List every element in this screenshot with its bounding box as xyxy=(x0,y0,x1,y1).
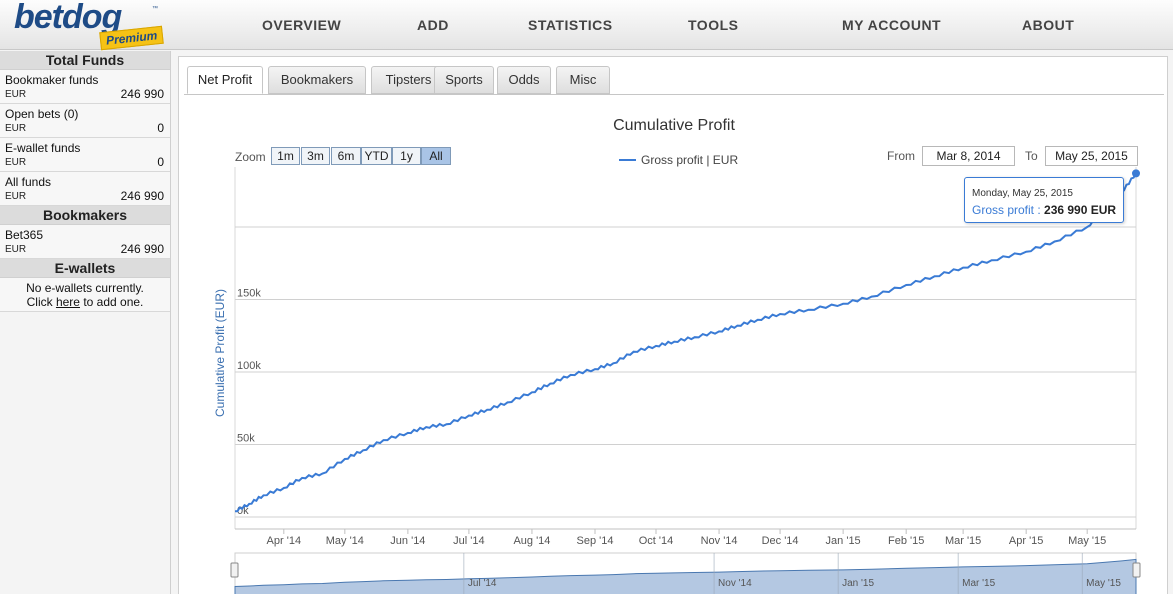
x-tick-label: May '15 xyxy=(1068,535,1106,547)
row-value: 246 990 xyxy=(120,242,164,256)
x-tick-label: Jan '15 xyxy=(826,535,861,547)
note-prefix: Click xyxy=(26,295,56,309)
nav-about[interactable]: ABOUT xyxy=(1022,17,1074,33)
bookmaker-funds-row: Bookmaker funds EUR 246 990 xyxy=(0,70,170,104)
row-value: 0 xyxy=(157,121,164,135)
x-tick-label: Oct '14 xyxy=(639,535,674,547)
nav-tools[interactable]: TOOLS xyxy=(688,17,738,33)
navigator-tick-label: Jul '14 xyxy=(468,578,497,589)
nav-my-account[interactable]: MY ACCOUNT xyxy=(842,17,941,33)
y-tick-label: 150k xyxy=(237,288,261,300)
row-currency: EUR xyxy=(5,157,27,168)
x-tick-label: Jul '14 xyxy=(453,535,484,547)
row-currency: EUR xyxy=(5,89,27,100)
navigator-tick-label: Mar '15 xyxy=(962,578,995,589)
x-tick-label: Jun '14 xyxy=(390,535,425,547)
navigator-tick-label: Jan '15 xyxy=(842,578,874,589)
row-value: 246 990 xyxy=(120,189,164,203)
tooltip-value: 236 990 EUR xyxy=(1044,203,1117,217)
top-header: betdog ™ Premium OVERVIEW ADD STATISTICS… xyxy=(0,0,1173,51)
logo-trademark: ™ xyxy=(152,6,158,12)
ewallets-note-line2: Click here to add one. xyxy=(0,295,170,309)
ewallet-funds-row: E-wallet funds EUR 0 xyxy=(0,138,170,172)
chart-tooltip: Monday, May 25, 2015 Gross profit : 236 … xyxy=(964,177,1124,223)
row-currency: EUR xyxy=(5,244,27,255)
main-panel: Net Profit Bookmakers Tipsters Sports Od… xyxy=(178,56,1168,594)
navigator-right-handle[interactable] xyxy=(1132,562,1141,578)
ewallets-note-line1: No e-wallets currently. xyxy=(26,281,144,295)
tooltip-series: Gross profit : 236 990 EUR xyxy=(972,203,1117,217)
betdog-logo[interactable]: betdog ™ Premium xyxy=(12,0,165,51)
navigator-left-handle[interactable] xyxy=(230,562,239,578)
row-label: All funds xyxy=(5,175,52,189)
x-tick-label: Dec '14 xyxy=(762,535,799,547)
y-tick-label: 100k xyxy=(237,360,261,372)
x-tick-label: Apr '15 xyxy=(1009,535,1044,547)
navigator-tick-label: May '15 xyxy=(1086,578,1121,589)
navigator-tick-label: Nov '14 xyxy=(718,578,752,589)
y-axis-label: Cumulative Profit (EUR) xyxy=(213,289,227,417)
tooltip-series-name: Gross profit xyxy=(972,203,1035,217)
tooltip-date: Monday, May 25, 2015 xyxy=(972,188,1073,199)
row-label: E-wallet funds xyxy=(5,141,81,155)
bookmakers-heading: Bookmakers xyxy=(0,206,170,225)
funds-sidebar: Total Funds Bookmaker funds EUR 246 990 … xyxy=(0,51,171,594)
x-tick-label: Sep '14 xyxy=(577,535,614,547)
add-ewallet-link[interactable]: here xyxy=(56,295,80,309)
row-value: 246 990 xyxy=(120,87,164,101)
x-tick-label: Nov '14 xyxy=(701,535,738,547)
row-value: 0 xyxy=(157,155,164,169)
x-tick-label: Feb '15 xyxy=(888,535,924,547)
y-tick-label: 50k xyxy=(237,433,255,445)
nav-add[interactable]: ADD xyxy=(417,17,449,33)
x-tick-label: Mar '15 xyxy=(945,535,981,547)
ewallets-note: No e-wallets currently. Click here to ad… xyxy=(0,278,170,312)
x-tick-label: Apr '14 xyxy=(267,535,302,547)
row-currency: EUR xyxy=(5,191,27,202)
row-currency: EUR xyxy=(5,123,27,134)
cumulative-profit-chart[interactable]: 0k50k100k150kCumulative Profit (EUR)Apr … xyxy=(179,57,1169,594)
hover-point-marker[interactable] xyxy=(1132,169,1140,178)
note-suffix: to add one. xyxy=(79,295,144,309)
row-label: Bet365 xyxy=(5,228,44,242)
row-label: Open bets (0) xyxy=(5,107,79,121)
total-funds-heading: Total Funds xyxy=(0,51,170,70)
nav-overview[interactable]: OVERVIEW xyxy=(262,17,341,33)
all-funds-row: All funds EUR 246 990 xyxy=(0,172,170,206)
ewallets-heading: E-wallets xyxy=(0,259,170,278)
row-label: Bookmaker funds xyxy=(5,73,99,87)
nav-statistics[interactable]: STATISTICS xyxy=(528,17,613,33)
bookmaker-row-bet365[interactable]: Bet365 EUR 246 990 xyxy=(0,225,170,259)
x-tick-label: May '14 xyxy=(326,535,364,547)
gross-profit-line[interactable] xyxy=(235,172,1137,513)
open-bets-row[interactable]: Open bets (0) EUR 0 xyxy=(0,104,170,138)
x-tick-label: Aug '14 xyxy=(513,535,550,547)
